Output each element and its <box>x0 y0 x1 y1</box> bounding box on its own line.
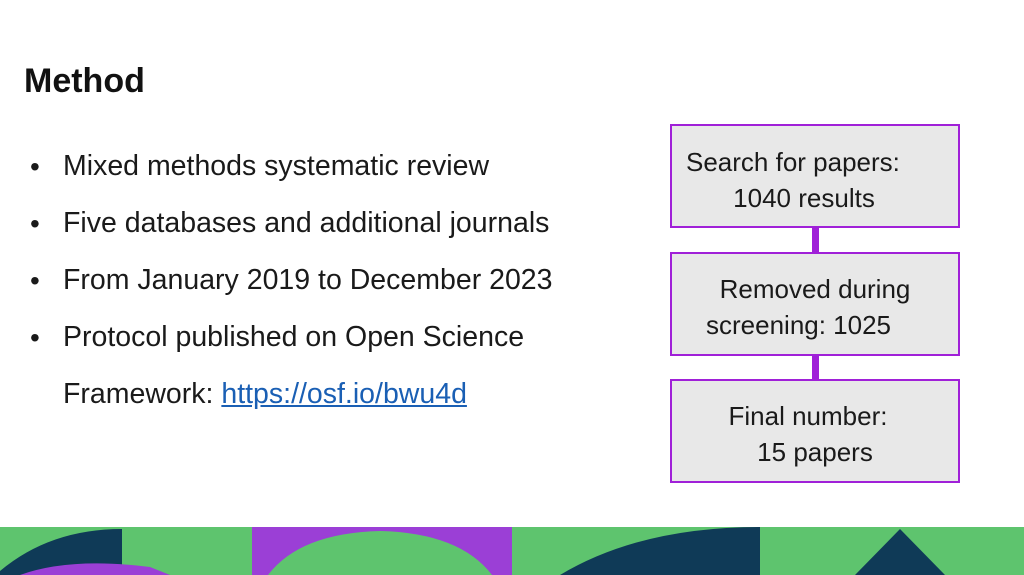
flow-box-search: Search for papers: 1040 results <box>670 124 960 228</box>
flow-box-line: 1040 results <box>733 183 875 213</box>
bullet-item: Protocol published on Open Science Frame… <box>30 309 650 423</box>
flow-box-line: Search for papers: <box>686 147 900 177</box>
bullet-text: From January 2019 to December 2023 <box>63 264 553 296</box>
bullet-item: Five databases and additional journals <box>30 195 650 252</box>
bullet-text: Five databases and additional journals <box>63 207 550 239</box>
bullet-item: From January 2019 to December 2023 <box>30 252 650 309</box>
flow-box-line: Removed during <box>719 274 911 304</box>
flow-box-line: Final number: <box>728 401 888 431</box>
decorative-footer-band <box>0 527 1024 575</box>
flow-box-removed: Removed during screening: 1025 <box>670 252 960 356</box>
bullet-item: Mixed methods systematic review <box>30 138 650 195</box>
bullet-text: Mixed methods systematic review <box>63 150 490 182</box>
bullet-list: Mixed methods systematic review Five dat… <box>30 138 650 423</box>
flow-connector <box>812 228 819 252</box>
slide-title: Method <box>24 62 145 100</box>
flow-box-line: screening: 1025 <box>706 310 892 340</box>
flow-box-final: Final number: 15 papers <box>670 379 960 483</box>
flow-connector <box>812 356 819 379</box>
flow-box-line: 15 papers <box>757 437 873 467</box>
osf-link[interactable]: https://osf.io/bwu4d <box>221 378 467 410</box>
